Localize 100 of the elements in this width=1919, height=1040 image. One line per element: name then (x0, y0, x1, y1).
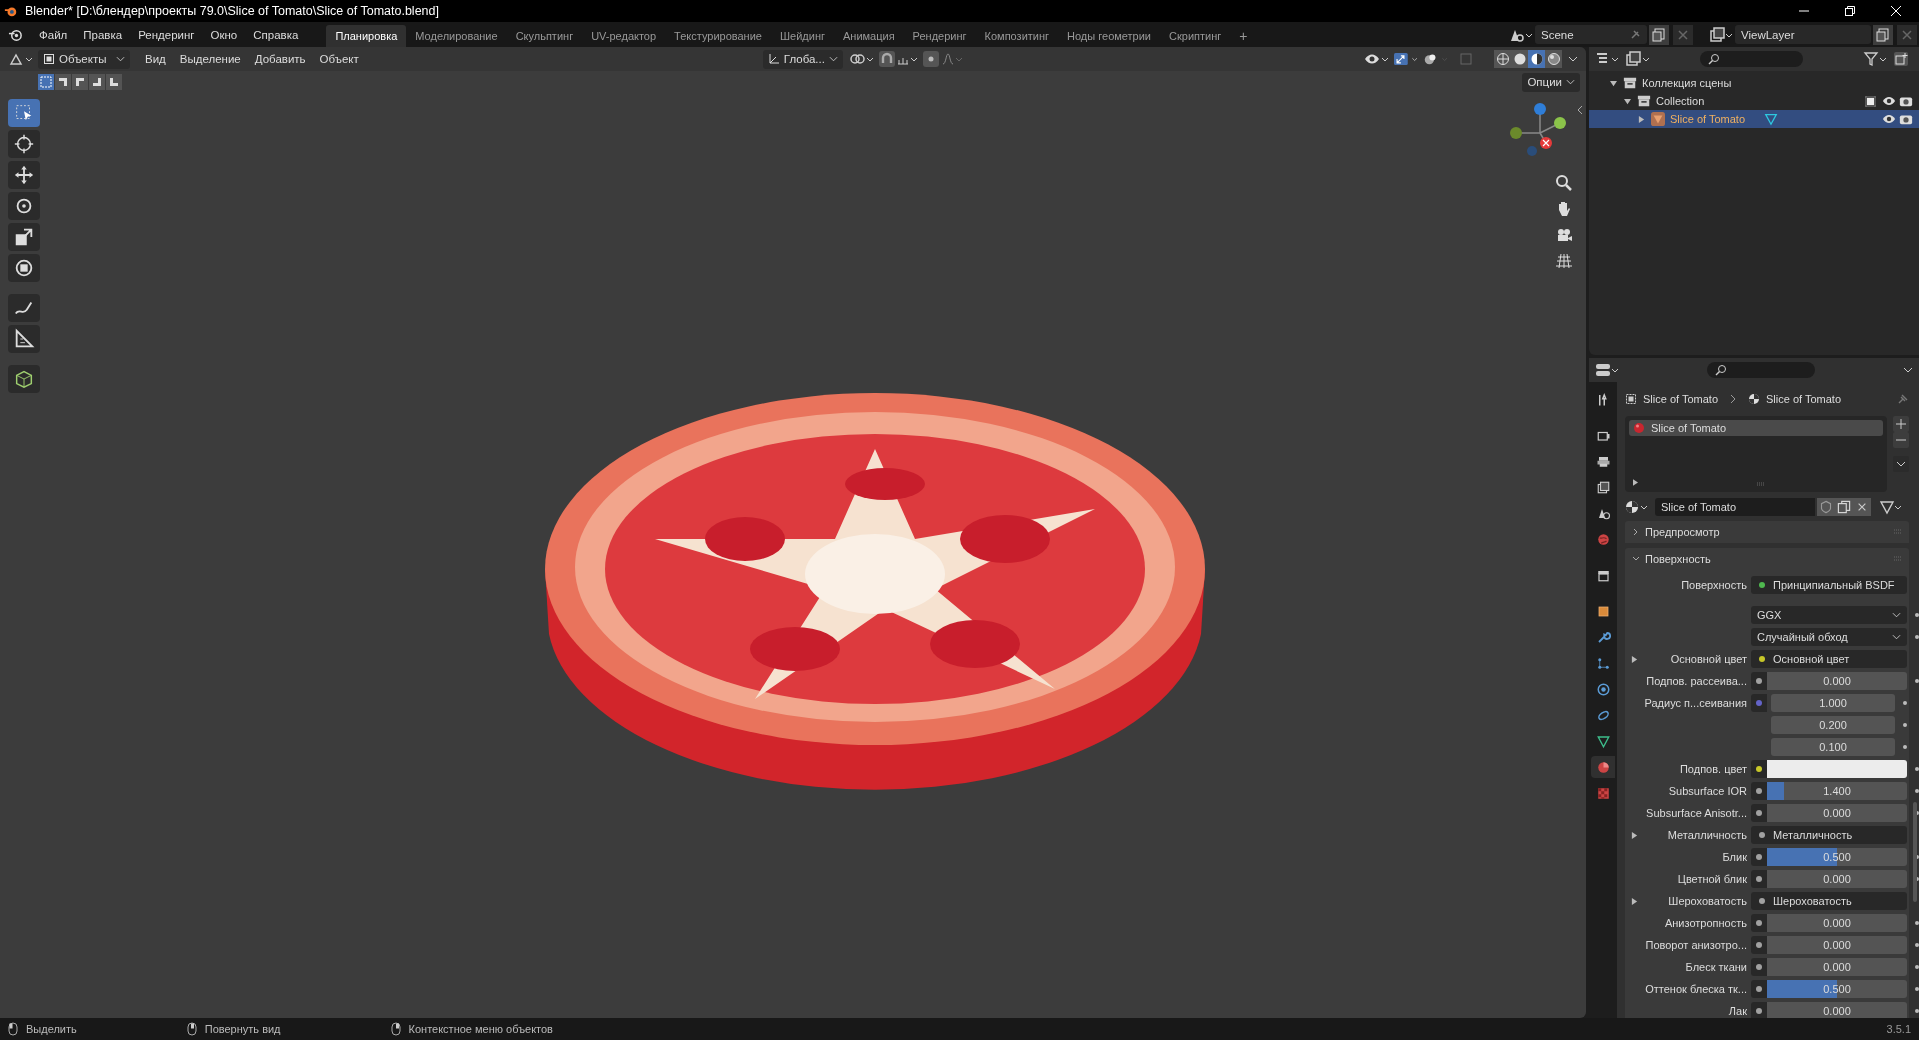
chevron-down-icon[interactable] (1903, 367, 1913, 373)
keyframe-dot[interactable] (1915, 921, 1919, 925)
slider-field[interactable]: 0.000 (1767, 804, 1907, 822)
menu-item[interactable]: Рендеринг (130, 24, 203, 45)
slider-field[interactable]: 0.000 (1767, 870, 1907, 888)
menu-item[interactable]: Вид (138, 49, 173, 69)
menu-item[interactable]: Окно (202, 24, 246, 45)
workspace-tab[interactable]: Анимация (833, 25, 904, 47)
play-arrow-icon[interactable] (1630, 831, 1638, 839)
image-stack-icon[interactable] (1709, 26, 1733, 43)
menu-item[interactable]: Правка (75, 24, 131, 45)
linked-input-field[interactable]: Шероховатость (1751, 892, 1907, 910)
workspace-tab[interactable]: UV-редактор (582, 25, 666, 47)
shading-mode-button[interactable] (1511, 50, 1528, 68)
outliner-row[interactable]: Slice of Tomato (1589, 110, 1919, 128)
slider-field[interactable]: 1.400 (1767, 782, 1907, 800)
dropdown[interactable]: Случайный обход (1751, 628, 1907, 646)
workspace-tab[interactable]: Скриптинг (1160, 25, 1231, 47)
selection-mode-button[interactable] (72, 74, 88, 90)
menu-item[interactable]: Добавить (247, 49, 313, 69)
slider-field[interactable]: 0.000 (1767, 936, 1907, 954)
color-swatch[interactable] (1767, 760, 1907, 778)
proportional-edit-icon[interactable] (922, 51, 963, 67)
add-workspace-button[interactable]: + (1230, 25, 1257, 47)
workspace-tab[interactable]: Композитинг (975, 25, 1059, 47)
keyframe-dot[interactable] (1903, 745, 1907, 749)
play-arrow-icon[interactable] (1633, 479, 1638, 486)
selection-mode-button[interactable] (55, 74, 71, 90)
workspace-tab[interactable]: Текстурирование (665, 25, 771, 47)
editor-type-icon[interactable] (8, 51, 34, 67)
options-dropdown[interactable]: Опции (1522, 72, 1580, 92)
play-arrow-icon[interactable] (1630, 897, 1638, 905)
menu-item[interactable]: Справка (245, 24, 307, 45)
material-name-field[interactable]: Slice of Tomato (1655, 498, 1815, 516)
editor-type-icon[interactable] (1595, 362, 1621, 378)
socket-button[interactable] (1751, 672, 1767, 690)
slider-field[interactable]: 0.000 (1767, 958, 1907, 976)
overlays-icon[interactable] (1424, 51, 1450, 67)
dropdown[interactable]: GGX (1751, 606, 1907, 624)
slider-field[interactable]: 0.000 (1767, 672, 1907, 690)
eye-icon[interactable] (1882, 94, 1896, 108)
linked-input-field[interactable]: Металличность (1751, 826, 1907, 844)
socket-button[interactable] (1751, 804, 1767, 822)
number-field[interactable]: 1.000 (1771, 694, 1895, 712)
socket-button[interactable] (1751, 782, 1767, 800)
socket-button[interactable] (1751, 980, 1767, 998)
search-field[interactable] (1700, 51, 1803, 67)
tool-button[interactable] (8, 161, 40, 189)
socket-button[interactable] (1751, 958, 1767, 976)
workspace-tab[interactable]: Скульптинг (506, 25, 583, 47)
copy-icon[interactable] (1835, 498, 1853, 516)
menu-item[interactable]: Выделение (172, 49, 248, 69)
keyframe-dot[interactable] (1915, 943, 1919, 947)
tool-button[interactable] (8, 325, 40, 353)
slider-field[interactable]: 0.500 (1767, 848, 1907, 866)
keyframe-dot[interactable] (1903, 701, 1907, 705)
workspace-tab[interactable]: Ноды геометрии (1058, 25, 1160, 47)
link-icon[interactable] (848, 51, 875, 67)
workspace-tab[interactable]: Планировка (326, 25, 407, 47)
properties-tab[interactable] (1591, 756, 1615, 778)
grip-icon[interactable] (1756, 482, 1766, 486)
workspace-tab[interactable]: Шейдинг (770, 25, 834, 47)
search-field[interactable] (1707, 362, 1815, 378)
panel-header[interactable]: Поверхность (1625, 548, 1909, 570)
selection-mode-button[interactable] (89, 74, 105, 90)
shading-mode-button[interactable] (1528, 50, 1545, 68)
linked-input-field[interactable]: Основной цвет (1751, 650, 1907, 668)
expand-arrow-icon[interactable] (1610, 79, 1617, 87)
socket-button[interactable] (1751, 1002, 1767, 1018)
socket-button[interactable] (1751, 848, 1767, 866)
slider-field[interactable]: 0.000 (1767, 914, 1907, 932)
tool-button[interactable] (8, 254, 40, 282)
keyframe-dot[interactable] (1915, 965, 1919, 969)
3d-viewport[interactable]: Объекты Вид Выделение Добавить Объект Глоба... Опции (0, 47, 1586, 1018)
socket-button[interactable] (1751, 914, 1767, 932)
orientation-dropdown[interactable]: Глоба... (762, 49, 843, 69)
play-arrow-icon[interactable] (1630, 655, 1638, 663)
copy-icon[interactable] (1873, 24, 1893, 45)
expand-arrow-icon[interactable] (1624, 97, 1631, 105)
tool-button[interactable] (8, 223, 40, 251)
shield-icon[interactable] (1817, 498, 1835, 516)
mode-dropdown[interactable]: Объекты (38, 49, 130, 69)
keyframe-dot[interactable] (1915, 767, 1919, 771)
socket-button[interactable] (1751, 760, 1767, 778)
keyframe-dot[interactable] (1915, 987, 1919, 991)
pin-icon[interactable] (1897, 393, 1909, 405)
material-slot[interactable]: Slice of Tomato (1629, 420, 1883, 436)
zoom-icon[interactable] (1554, 173, 1574, 193)
keyframe-dot[interactable] (1915, 613, 1919, 617)
number-field[interactable]: 0.100 (1771, 738, 1895, 756)
eye-icon[interactable] (1882, 112, 1896, 126)
view-layer-field[interactable]: ViewLayer (1735, 25, 1871, 44)
tool-button[interactable] (8, 192, 40, 220)
outliner-row[interactable]: Коллекция сцены (1589, 74, 1919, 92)
workspace-tab[interactable]: Моделирование (406, 25, 507, 47)
workspace-tab[interactable]: Рендеринг (903, 25, 976, 47)
socket-button[interactable] (1751, 870, 1767, 888)
close-icon[interactable] (1853, 498, 1871, 516)
keyframe-dot[interactable] (1903, 723, 1907, 727)
menu-item[interactable]: Объект (312, 49, 366, 69)
